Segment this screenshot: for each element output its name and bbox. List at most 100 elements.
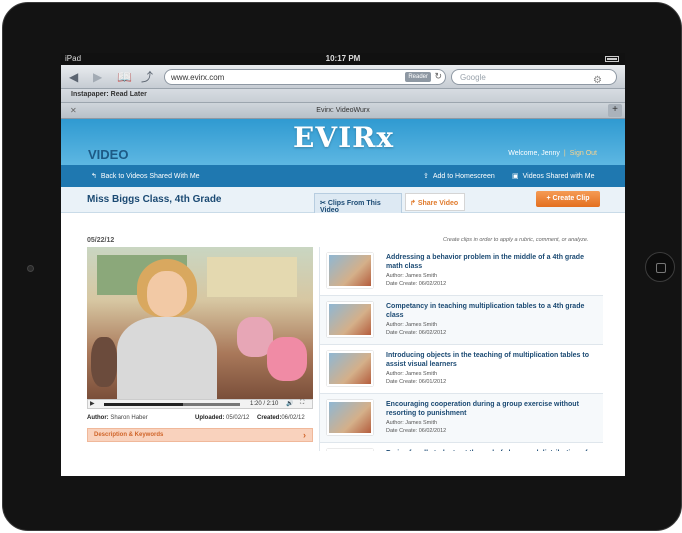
welcome-area: Welcome, Jenny | Sign Out bbox=[508, 150, 597, 157]
evirx-logo[interactable]: EVIRx bbox=[293, 121, 394, 154]
videos-shared-link[interactable]: ▣ Videos Shared with Me bbox=[512, 172, 594, 180]
search-placeholder: Google bbox=[460, 73, 486, 82]
main-content: 05/22/12 Create clips in order to apply … bbox=[61, 234, 625, 451]
divider: | bbox=[563, 150, 566, 157]
add-to-homescreen-link[interactable]: ⇪ Add to Homescreen bbox=[423, 172, 495, 180]
clock: 10:17 PM bbox=[325, 54, 361, 63]
reader-button[interactable]: Reader bbox=[405, 72, 431, 82]
uploaded-label: Uploaded: bbox=[195, 415, 225, 421]
author-label: Author: bbox=[87, 415, 109, 421]
tab-clips-label: Clips From This Video bbox=[320, 200, 381, 214]
back-curved-arrow-icon: ↰ bbox=[91, 173, 97, 180]
clip-date: Date Create: 06/02/2012 bbox=[386, 428, 447, 434]
page-title: Miss Biggs Class, 4th Grade bbox=[87, 194, 222, 205]
camera-dot bbox=[27, 265, 34, 272]
author-meta: Author: Sharon Haber bbox=[87, 415, 148, 421]
clip-list-item[interactable]: Competancy in teaching multiplication ta… bbox=[320, 296, 603, 345]
student-figure bbox=[267, 337, 307, 381]
clip-list: Addressing a behavior problem in the mid… bbox=[319, 247, 603, 451]
search-input[interactable]: Google ⚙ bbox=[451, 69, 617, 86]
tab-share-label: Share Video bbox=[417, 200, 459, 207]
video-date: 05/22/12 bbox=[87, 237, 115, 244]
clip-date: Date Create: 06/02/2012 bbox=[386, 330, 447, 336]
content-header: Miss Biggs Class, 4th Grade ✂ Clips From… bbox=[61, 187, 625, 214]
clip-thumbnail[interactable] bbox=[327, 400, 373, 435]
tab-clips[interactable]: ✂ Clips From This Video bbox=[314, 193, 402, 214]
uploaded-meta: Uploaded: 05/02/12 bbox=[195, 415, 249, 421]
student-figure bbox=[91, 337, 117, 387]
home-square-icon bbox=[656, 263, 666, 273]
screen: iPad 10:17 PM ◀ ▶ 📖 ⤴ www.evirx.com Read… bbox=[61, 53, 625, 476]
clip-author: Author: James Smith bbox=[386, 273, 438, 279]
create-clip-button[interactable]: + Create Clip bbox=[536, 191, 600, 207]
new-tab-button[interactable]: + bbox=[608, 104, 622, 117]
section-label: VIDEO bbox=[88, 147, 129, 162]
seek-bar[interactable] bbox=[104, 403, 240, 406]
site-nav: ↰ Back to Videos Shared With Me ⇪ Add to H… bbox=[61, 165, 625, 187]
chevron-right-icon: › bbox=[303, 430, 306, 440]
bookmarks-icon[interactable]: 📖 bbox=[117, 70, 132, 84]
site-header: EVIRx VIDEO Welcome, Jenny | Sign Out bbox=[61, 119, 625, 165]
volume-icon[interactable]: 🔊 bbox=[286, 400, 293, 407]
clip-title[interactable]: Addressing a behavior problem in the mid… bbox=[386, 253, 596, 271]
reload-icon[interactable]: ↻ bbox=[434, 71, 442, 82]
play-icon[interactable]: ▶ bbox=[90, 400, 98, 408]
clip-title[interactable]: Encouraging cooperation during a group e… bbox=[386, 400, 596, 418]
export-icon: ⇪ bbox=[423, 173, 429, 180]
forward-arrow-icon[interactable]: ▶ bbox=[93, 70, 102, 84]
teacher-face bbox=[147, 271, 187, 317]
seek-progress bbox=[104, 403, 183, 406]
battery-icon bbox=[605, 56, 619, 62]
bookmark-instapaper[interactable]: Instapaper: Read Later bbox=[71, 91, 147, 98]
clips-icon: ✂ bbox=[320, 200, 328, 207]
clip-author: Author: James Smith bbox=[386, 322, 438, 328]
clip-author: Author: James Smith bbox=[386, 371, 438, 377]
share-arrow-icon: ↱ bbox=[410, 200, 418, 207]
clip-author: Author: James Smith bbox=[386, 420, 438, 426]
clip-thumbnail[interactable] bbox=[327, 449, 373, 451]
clip-title[interactable]: Competancy in teaching multiplication ta… bbox=[386, 302, 596, 320]
tab-bar: ✕ Evirx: VideoWurx + bbox=[61, 103, 625, 119]
clip-thumbnail[interactable] bbox=[327, 351, 373, 386]
back-arrow-icon[interactable]: ◀ bbox=[69, 70, 78, 84]
teacher-figure bbox=[117, 317, 217, 399]
clip-thumbnail[interactable] bbox=[327, 302, 373, 337]
home-button[interactable] bbox=[645, 252, 675, 282]
url-bar[interactable]: www.evirx.com Reader ↻ bbox=[164, 69, 446, 85]
time-readout: 1:20 / 2:10 bbox=[250, 401, 279, 407]
video-player[interactable] bbox=[87, 247, 313, 399]
wall-map bbox=[207, 257, 297, 297]
fullscreen-icon[interactable]: ⛶ bbox=[300, 400, 304, 407]
welcome-text: Welcome, Jenny bbox=[508, 150, 560, 157]
gear-icon[interactable]: ⚙ bbox=[593, 75, 602, 86]
clip-list-item[interactable]: Praise for all students at the end of cl… bbox=[320, 443, 603, 451]
description-label: Description & Keywords bbox=[94, 432, 164, 438]
add-home-label: Add to Homescreen bbox=[432, 173, 495, 180]
created-meta: Created:06/02/12 bbox=[257, 415, 305, 421]
share-icon[interactable]: ⤴ bbox=[141, 70, 153, 84]
player-controls: ▶ 1:20 / 2:10 🔊 ⛶ bbox=[87, 399, 313, 409]
clip-date: Date Create: 06/02/2012 bbox=[386, 281, 447, 287]
clip-title[interactable]: Praise for all students at the end of cl… bbox=[386, 449, 596, 451]
description-keywords-toggle[interactable]: Description & Keywords › bbox=[87, 428, 313, 442]
uploaded-value: 05/02/12 bbox=[226, 415, 250, 421]
clip-hint: Create clips in order to apply a rubric,… bbox=[443, 237, 589, 243]
created-value: 06/02/12 bbox=[281, 415, 305, 421]
back-label: Back to Videos Shared With Me bbox=[100, 173, 200, 180]
bookmarks-bar: Instapaper: Read Later bbox=[61, 89, 625, 103]
clip-thumbnail[interactable] bbox=[327, 253, 373, 288]
created-label: Created: bbox=[257, 415, 282, 421]
clip-list-item[interactable]: Addressing a behavior problem in the mid… bbox=[320, 247, 603, 296]
shared-label: Videos Shared with Me bbox=[522, 173, 595, 180]
clip-list-item[interactable]: Encouraging cooperation during a group e… bbox=[320, 394, 603, 443]
clip-title[interactable]: Introducing objects in the teaching of m… bbox=[386, 351, 596, 369]
sign-out-link[interactable]: Sign Out bbox=[570, 150, 597, 157]
clip-list-item[interactable]: Introducing objects in the teaching of m… bbox=[320, 345, 603, 394]
clip-date: Date Create: 06/01/2012 bbox=[386, 379, 447, 385]
film-icon: ▣ bbox=[512, 173, 519, 180]
author-value: Sharon Haber bbox=[110, 415, 148, 421]
tab-title[interactable]: Evirx: VideoWurx bbox=[61, 107, 625, 114]
tab-share[interactable]: ↱ Share Video bbox=[405, 193, 465, 211]
back-to-shared-link[interactable]: ↰ Back to Videos Shared With Me bbox=[91, 172, 200, 180]
status-bar: iPad 10:17 PM bbox=[61, 53, 625, 65]
